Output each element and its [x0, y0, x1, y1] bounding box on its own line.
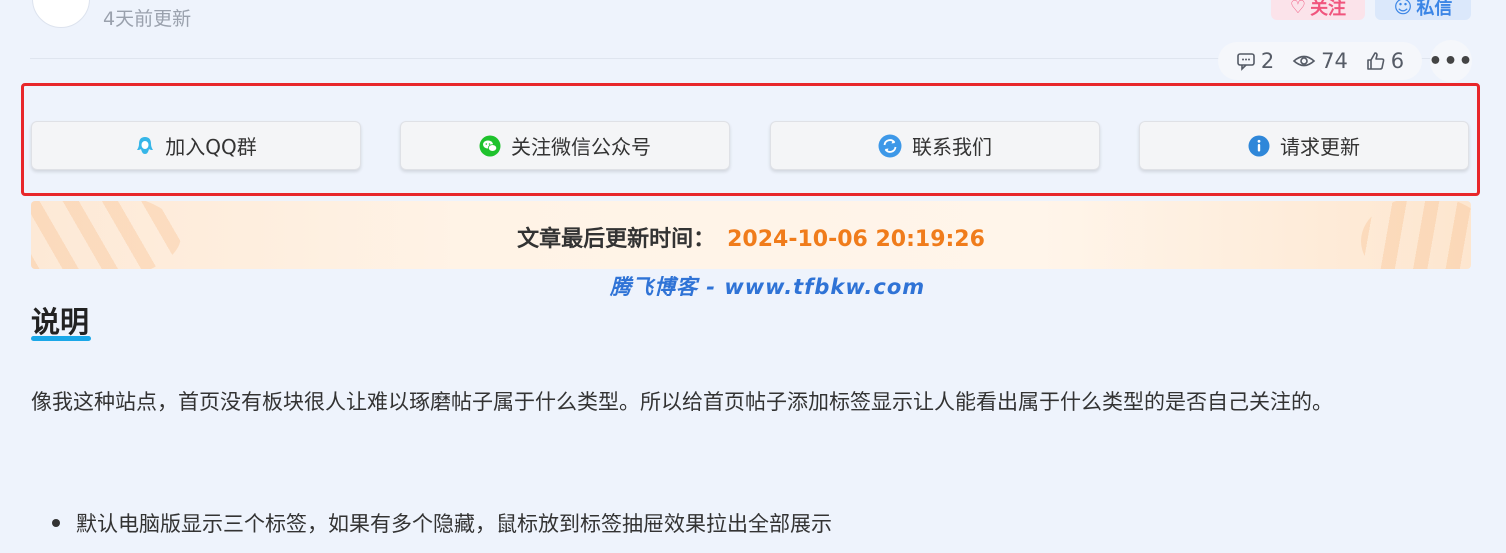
message-button[interactable]: ☺ 私信 — [1375, 0, 1471, 20]
qq-icon — [137, 136, 154, 154]
view-count: 74 — [1292, 49, 1348, 73]
follow-wechat-label: 关注微信公众号 — [511, 135, 651, 159]
wechat-icon — [479, 135, 501, 156]
more-dots-icon: ••• — [1428, 48, 1474, 74]
message-label: 私信 — [1416, 0, 1453, 19]
article-paragraph: 像我这种站点，首页没有板块很人让难以琢磨帖子属于什么类型。所以给首页帖子添加标签… — [31, 390, 1333, 414]
list-item: 默认电脑版显示三个标签，如果有多个隐藏，鼠标放到标签抽屉效果拉出全部展示 — [52, 508, 1452, 538]
heart-icon: ♡ — [1289, 0, 1307, 18]
follow-label: 关注 — [1310, 0, 1347, 19]
bullet-dot — [52, 519, 60, 527]
contact-us-label: 联系我们 — [912, 135, 992, 159]
view-count-value: 74 — [1321, 49, 1348, 73]
refresh-circle-icon — [878, 134, 902, 157]
follow-button[interactable]: ♡ 关注 — [1271, 0, 1365, 20]
article-page: 4天前更新 ♡ 关注 ☺ 私信 2 74 6 ••• 加入QQ群 关注微信公众号… — [0, 0, 1506, 553]
comment-icon — [1237, 53, 1255, 71]
updated-time: 4天前更新 — [103, 8, 192, 30]
last-updated-date: 2024-10-06 20:19:26 — [727, 227, 985, 252]
last-updated-banner: 文章最后更新时间： 2024-10-06 20:19:26 — [31, 201, 1471, 269]
join-qq-group-label: 加入QQ群 — [165, 135, 257, 159]
eye-icon — [1292, 55, 1316, 67]
join-qq-group-button[interactable]: 加入QQ群 — [31, 121, 361, 170]
more-options-button[interactable]: ••• — [1428, 40, 1474, 82]
contact-us-button[interactable]: 联系我们 — [770, 121, 1100, 170]
request-update-button[interactable]: 请求更新 — [1139, 121, 1469, 170]
section-title: 说明 — [31, 305, 90, 339]
last-updated-text: 文章最后更新时间： 2024-10-06 20:19:26 — [31, 221, 1471, 253]
author-avatar[interactable] — [32, 0, 90, 28]
watermark: 腾飞博客 - www.tfbkw.com — [610, 275, 926, 299]
info-icon — [1248, 135, 1270, 156]
thumbs-up-icon — [1366, 52, 1385, 70]
request-update-label: 请求更新 — [1280, 135, 1360, 159]
last-updated-label: 文章最后更新时间： — [517, 227, 716, 252]
like-count-value: 6 — [1390, 49, 1405, 73]
comment-count[interactable]: 2 — [1236, 49, 1274, 73]
like-count[interactable]: 6 — [1366, 49, 1404, 73]
post-stats: 2 74 6 — [1218, 42, 1422, 80]
follow-wechat-button[interactable]: 关注微信公众号 — [400, 121, 730, 170]
list-item-text: 默认电脑版显示三个标签，如果有多个隐藏，鼠标放到标签抽屉效果拉出全部展示 — [76, 512, 832, 536]
section-title-underline — [31, 336, 91, 341]
comment-count-value: 2 — [1260, 49, 1275, 73]
chat-icon: ☺ — [1393, 0, 1413, 18]
